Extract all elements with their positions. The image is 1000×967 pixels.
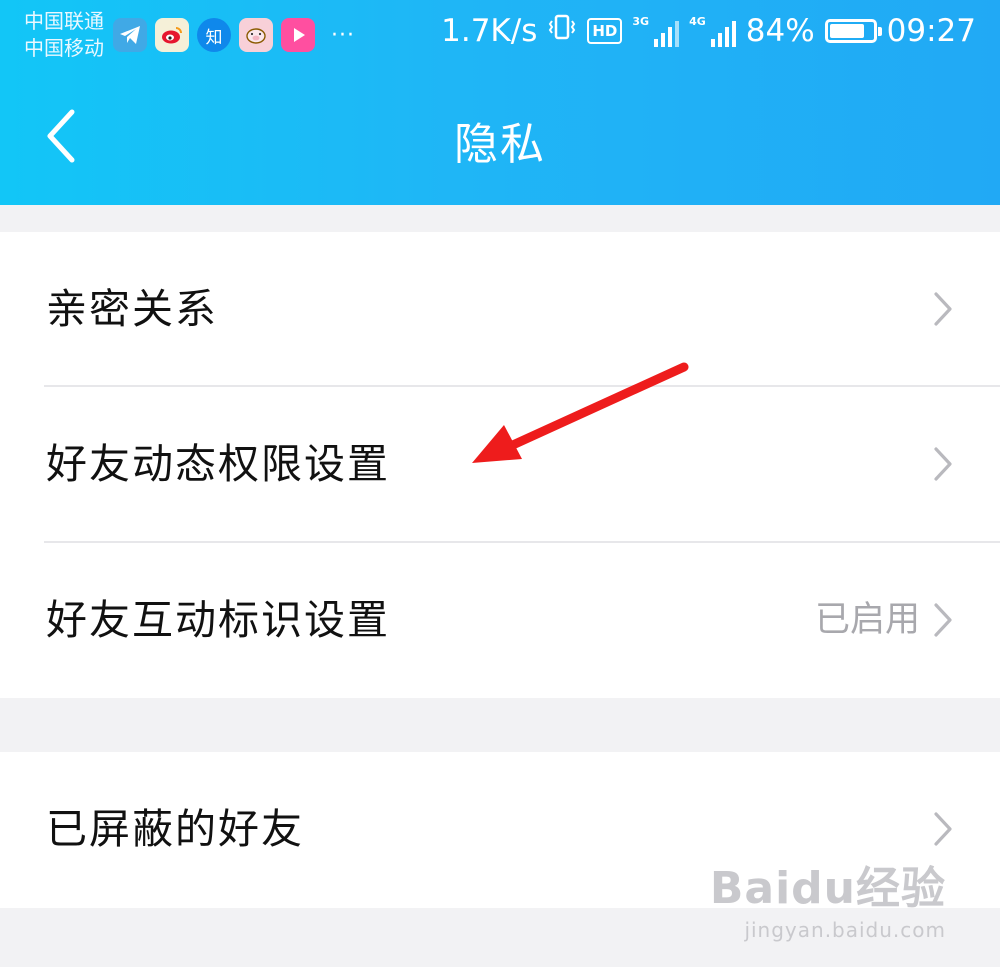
telegram-icon [113,18,147,52]
hd-voice-badge: HD [587,17,623,44]
signal-3g-label: 3G [632,14,650,28]
notification-icons: 知 ··· [113,18,363,52]
pig-app-icon [239,18,273,52]
carrier-1: 中国联通 [24,9,104,33]
header-bar: 中国联通 中国移动 知 ··· 1.7K/s HD 3G 4G 84% 09:2… [0,0,1000,205]
watermark-url: jingyan.baidu.com [744,918,946,942]
chevron-right-icon [934,812,952,846]
row-label: 已屏蔽的好友 [46,805,304,853]
more-notifications-icon: ··· [331,22,355,48]
battery-level-fill [829,23,865,38]
watermark-logo: Baidu经验 [709,863,946,914]
signal-4g-icon: 4G [689,15,736,47]
page-title: 隐私 [454,119,546,170]
youku-icon [281,18,315,52]
red-arrow-annotation [472,362,689,463]
zhihu-icon: 知 [197,18,231,52]
carrier-2: 中国移动 [24,36,104,60]
signal-3g-icon: 3G [632,14,680,47]
baidu-jingyan-watermark: Baidu经验 jingyan.baidu.com [710,852,946,942]
status-indicators: 1.7K/s HD 3G 4G 84% 09:27 [441,12,976,49]
friend-interaction-badge-row[interactable]: 好友互动标识设置 已启用 [0,543,1000,698]
battery-percent: 84% [745,12,815,49]
row-label: 好友互动标识设置 [46,596,390,644]
clock: 09:27 [886,12,976,49]
zhihu-glyph: 知 [205,27,223,48]
chevron-right-icon [934,603,952,637]
weibo-icon [155,18,189,52]
vibrate-icon [547,12,577,49]
status-bar: 中国联通 中国移动 知 ··· 1.7K/s HD 3G 4G 84% 09:2… [0,0,1000,72]
carrier-info: 中国联通 中国移动 [24,8,104,62]
row-label: 亲密关系 [46,285,218,333]
network-speed: 1.7K/s [441,12,538,49]
row-label: 好友动态权限设置 [46,440,390,488]
chevron-right-icon [934,447,952,481]
chevron-right-icon [934,292,952,326]
battery-icon [824,18,882,43]
signal-4g-label: 4G [689,14,706,28]
row-status-value: 已启用 [814,600,920,640]
